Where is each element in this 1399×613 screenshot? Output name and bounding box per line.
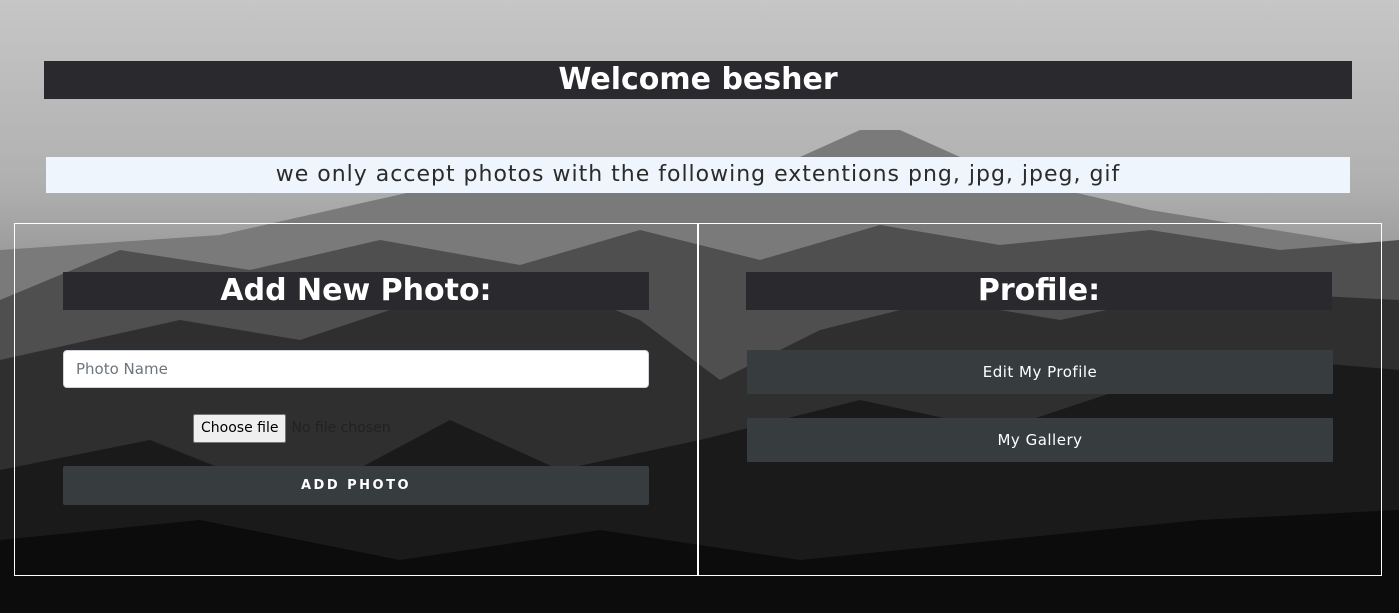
- file-status-text: No file chosen: [291, 420, 391, 436]
- welcome-banner: Welcome besher: [44, 61, 1352, 99]
- profile-title: Profile:: [746, 272, 1332, 310]
- add-photo-title: Add New Photo:: [63, 272, 649, 310]
- profile-panel: Profile: Edit My Profile My Gallery: [697, 223, 1382, 576]
- add-photo-panel: Add New Photo: Choose file No file chose…: [14, 223, 699, 576]
- choose-file-button[interactable]: Choose file: [193, 413, 287, 443]
- file-picker: Choose file No file chosen: [193, 413, 391, 443]
- file-extension-notice: we only accept photos with the following…: [46, 157, 1350, 193]
- add-photo-button[interactable]: ADD PHOTO: [63, 466, 649, 505]
- edit-profile-button[interactable]: Edit My Profile: [747, 350, 1333, 394]
- photo-name-input[interactable]: [63, 350, 649, 388]
- my-gallery-button[interactable]: My Gallery: [747, 418, 1333, 462]
